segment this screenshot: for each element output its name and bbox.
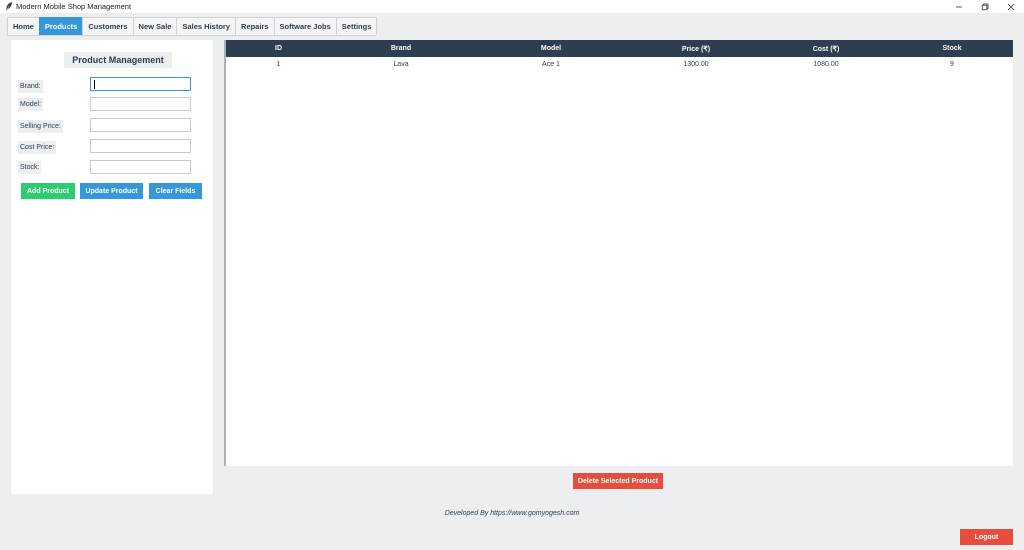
restore-icon[interactable] [972, 0, 998, 13]
cell-brand: Lava [393, 60, 409, 68]
selling-price-input[interactable] [90, 118, 191, 132]
product-form-panel: Product Management Brand: Model: Selling… [11, 40, 213, 494]
tab-software-jobs[interactable]: Software Jobs [273, 17, 337, 35]
panel-title: Product Management [64, 52, 172, 68]
text-caret [94, 80, 95, 89]
cell-price: 1300.00 [683, 60, 709, 68]
column-header-stock[interactable]: Stock [891, 40, 1013, 57]
tab-customers[interactable]: Customers [82, 17, 134, 35]
stock-label: Stock: [18, 161, 42, 174]
window-controls [946, 0, 1024, 13]
table-header: ID Brand Model Price (₹) Cost (₹) Stock [226, 40, 1013, 57]
main-tabs: Home Products Customers New Sale Sales H… [7, 17, 378, 36]
footer-credit: Developed By https://www.gomyogesh.com [444, 510, 580, 517]
cell-id: 1 [276, 60, 281, 68]
window-title: Modern Mobile Shop Management [16, 2, 132, 11]
logout-button[interactable]: Logout [960, 529, 1013, 545]
column-header-id[interactable]: ID [226, 40, 331, 57]
tab-new-sale[interactable]: New Sale [132, 17, 178, 35]
cell-stock: 9 [950, 60, 954, 68]
update-product-button[interactable]: Update Product [80, 183, 143, 199]
column-header-price[interactable]: Price (₹) [631, 40, 761, 57]
tab-products[interactable]: Products [38, 17, 84, 35]
cell-model: Ace 1 [542, 60, 560, 68]
add-product-button[interactable]: Add Product [21, 183, 75, 199]
brand-label: Brand: [18, 80, 43, 93]
column-header-cost[interactable]: Cost (₹) [761, 40, 891, 57]
column-header-brand[interactable]: Brand [331, 40, 471, 57]
selling-price-label: Selling Price: [18, 120, 63, 133]
model-input[interactable] [90, 97, 191, 111]
feather-icon [4, 2, 14, 12]
stock-input[interactable] [90, 160, 191, 174]
products-table: ID Brand Model Price (₹) Cost (₹) Stock … [224, 40, 1013, 466]
cost-price-label: Cost Price: [18, 141, 57, 154]
tab-home[interactable]: Home [7, 17, 40, 35]
tab-sales-history[interactable]: Sales History [176, 17, 237, 35]
clear-fields-button[interactable]: Clear Fields [149, 183, 202, 199]
title-bar: Modern Mobile Shop Management [0, 0, 1024, 13]
cell-cost: 1080.00 [813, 60, 839, 68]
tab-settings[interactable]: Settings [335, 17, 378, 35]
brand-input[interactable] [90, 77, 191, 91]
table-row[interactable]: 1 Lava Ace 1 1300.00 1080.00 9 [226, 57, 1013, 71]
model-label: Model: [18, 98, 44, 111]
column-header-model[interactable]: Model [471, 40, 631, 57]
close-icon[interactable] [998, 0, 1024, 13]
tab-repairs[interactable]: Repairs [235, 17, 275, 35]
delete-selected-product-button[interactable]: Delete Selected Product [573, 473, 663, 489]
cost-price-input[interactable] [90, 139, 191, 153]
minimize-icon[interactable] [946, 0, 972, 13]
